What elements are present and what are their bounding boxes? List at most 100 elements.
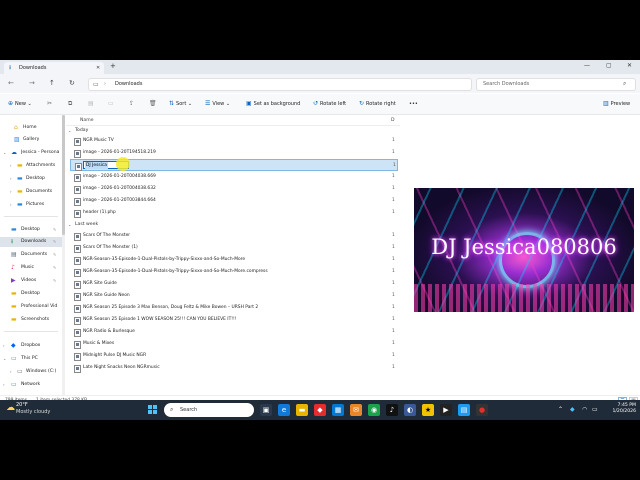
app-orange-icon[interactable]: ✉ <box>350 404 362 416</box>
list-item[interactable]: Scars Of The Monster (1) 1 <box>70 242 398 254</box>
chevron-down-icon[interactable]: ⌄ <box>3 149 6 157</box>
refresh-icon[interactable]: ↻ <box>69 79 75 87</box>
view-button[interactable]: ☰ View ⌄ <box>205 100 230 108</box>
sidebar-item-dropbox[interactable]: › ◆ Dropbox <box>0 341 62 351</box>
rename-icon[interactable]: ▭ <box>108 100 114 108</box>
list-item-selected[interactable]: DJ Jessica 1 <box>70 157 398 171</box>
minimize-button[interactable]: — <box>584 62 590 70</box>
tiktok-icon[interactable]: ♪ <box>386 404 398 416</box>
column-date[interactable]: D <box>391 117 395 124</box>
chevron-right-icon[interactable]: › <box>10 368 12 376</box>
search-input[interactable]: Search Downloads <box>483 81 529 88</box>
edge-icon[interactable]: e <box>278 404 290 416</box>
sidebar-item-onedrive[interactable]: ⌄ ☁ Jessica - Persona <box>0 148 62 158</box>
set-background-button[interactable]: ▣ Set as background <box>246 100 300 108</box>
wifi-icon[interactable]: ◠ <box>582 405 587 415</box>
sidebar-item-music[interactable]: ♪ Music ✎ <box>0 263 62 273</box>
back-arrow-icon[interactable]: ← <box>8 79 14 87</box>
sidebar-item-pictures[interactable]: › ▬ Pictures <box>0 200 62 210</box>
sidebar-item-windows-c[interactable]: › ▭ Windows (C:) <box>0 367 62 377</box>
chevron-right-icon[interactable]: › <box>3 342 5 350</box>
tab-downloads[interactable]: ⭳ Downloads ✕ <box>4 62 104 74</box>
battery-icon[interactable]: ▭ <box>592 405 598 415</box>
app-red-icon[interactable]: ◆ <box>314 404 326 416</box>
search-box[interactable]: Search Downloads ⌕ <box>476 78 636 91</box>
sidebar-item-documents[interactable]: › ▬ Documents <box>0 187 62 197</box>
group-today[interactable]: ⌄ Today <box>68 126 388 135</box>
chevron-right-icon[interactable]: › <box>10 188 12 196</box>
chevron-right-icon[interactable]: › <box>10 201 12 209</box>
record-icon[interactable]: ● <box>476 404 488 416</box>
taskbar-search[interactable]: ⌕ Search <box>164 403 254 417</box>
task-view-icon[interactable]: ▣ <box>260 404 272 416</box>
file-explorer-icon[interactable]: ▬ <box>296 404 308 416</box>
chevron-down-icon[interactable]: ⌄ <box>68 221 71 228</box>
sidebar-item-desktop-folder[interactable]: ▬ Desktop <box>0 289 62 299</box>
sidebar-item-gallery[interactable]: ▨ Gallery <box>0 135 62 145</box>
sidebar-item-attachments[interactable]: › ▬ Attachments <box>0 161 62 171</box>
list-item[interactable]: NGR Site Guide 1 <box>70 278 398 290</box>
app-lightblue-icon[interactable]: ▤ <box>458 404 470 416</box>
list-item[interactable]: NGR Radio & Burlesque 1 <box>70 326 398 338</box>
list-item[interactable]: Late Night Snacks Neon NGRmusic 1 <box>70 362 398 374</box>
sidebar-item-videos[interactable]: ▶ Videos ✎ <box>0 276 62 286</box>
preview-button[interactable]: ▥ Preview <box>603 100 630 108</box>
sidebar-item-network[interactable]: › ▭ Network <box>0 380 62 390</box>
up-arrow-icon[interactable]: ↑ <box>49 79 55 87</box>
app-blue-icon[interactable]: ◐ <box>404 404 416 416</box>
share-icon[interactable]: ⇪ <box>129 100 134 108</box>
list-item[interactable]: Midnight Pulse DJ Music NGR 1 <box>70 350 398 362</box>
chrome-icon[interactable]: ◉ <box>368 404 380 416</box>
list-item[interactable]: NGR-Season-35-Episode-1-Dual-Pistols-by-… <box>70 266 398 278</box>
chevron-up-icon[interactable]: ⌃ <box>558 405 563 415</box>
rotate-right-button[interactable]: ↻ Rotate right <box>359 100 396 108</box>
breadcrumb-downloads[interactable]: Downloads <box>115 81 142 88</box>
column-name[interactable]: Name <box>80 117 94 124</box>
rotate-left-button[interactable]: ↺ Rotate left <box>313 100 346 108</box>
close-button[interactable]: ✕ <box>627 62 632 70</box>
copy-icon[interactable]: ⧉ <box>68 100 72 108</box>
cut-icon[interactable]: ✂ <box>47 100 52 108</box>
list-item[interactable]: NGR Site Guide Neon 1 <box>70 290 398 302</box>
sidebar-item-desktop[interactable]: › ▬ Desktop <box>0 174 62 184</box>
new-tab-button[interactable]: + <box>110 63 116 70</box>
paste-icon[interactable]: ▤ <box>88 100 94 108</box>
more-options-button[interactable]: ••• <box>409 100 418 108</box>
sidebar-scrollbar[interactable] <box>62 115 65 395</box>
sidebar-item-desktop-pinned[interactable]: ▬ Desktop ✎ <box>0 225 62 235</box>
app-dark-icon[interactable]: ▶ <box>440 404 452 416</box>
sidebar-item-this-pc[interactable]: ⌄ ▭ This PC <box>0 354 62 364</box>
chevron-right-icon[interactable]: › <box>10 162 12 170</box>
chevron-right-icon[interactable]: › <box>10 175 12 183</box>
sidebar-item-screenshots[interactable]: ▬ Screenshots <box>0 315 62 325</box>
maximize-button[interactable]: ▢ <box>606 62 612 70</box>
list-item[interactable]: NGR-Season-35-Episode-1-Dual-Pistols-by-… <box>70 254 398 266</box>
list-item[interactable]: NGR Music TV 1 <box>70 135 398 147</box>
rename-input-text[interactable]: DJ Jessica <box>85 162 108 169</box>
sidebar-item-documents-pinned[interactable]: ▤ Documents ✎ <box>0 250 62 260</box>
new-button[interactable]: ⊕ New ⌄ <box>8 100 32 108</box>
delete-icon[interactable]: 🗑 <box>149 100 157 108</box>
list-item[interactable]: header (1).php 1 <box>70 207 398 219</box>
scrollbar-thumb[interactable] <box>62 115 65 235</box>
clock[interactable]: 7:45 PM 1/20/2026 <box>604 403 636 415</box>
app-yellow-icon[interactable]: ★ <box>422 404 434 416</box>
list-item[interactable]: image - 2026-01-20T004038.669 1 <box>70 171 398 183</box>
chevron-down-icon[interactable]: ⌄ <box>68 127 71 134</box>
store-icon[interactable]: ▦ <box>332 404 344 416</box>
address-bar[interactable]: ▭ › Downloads <box>88 78 472 91</box>
sidebar-item-home[interactable]: ⌂ Home <box>0 123 62 133</box>
start-button[interactable] <box>148 405 158 415</box>
forward-arrow-icon[interactable]: → <box>29 79 35 87</box>
sort-button[interactable]: ⇅ Sort ⌄ <box>169 100 192 108</box>
list-item[interactable]: image - 2026-01-20T003844.664 1 <box>70 195 398 207</box>
sidebar-item-professional-vid[interactable]: ▬ Professional Vid <box>0 302 62 312</box>
list-item[interactable]: NGR Season 25 Episode 3 Max Benson, Doug… <box>70 302 398 314</box>
sidebar-item-downloads[interactable]: ⭳ Downloads ✎ <box>0 237 62 247</box>
list-item[interactable]: Scars Of The Monster 1 <box>70 230 398 242</box>
list-item[interactable]: image - 2026-01-20T004038.632 1 <box>70 183 398 195</box>
list-item[interactable]: NGR Season 25 Episode 1 WOW SEASON 25!!!… <box>70 314 398 326</box>
dropbox-tray-icon[interactable]: ◆ <box>570 405 575 415</box>
list-item[interactable]: Music & Mixes 1 <box>70 338 398 350</box>
chevron-right-icon[interactable]: › <box>3 381 5 389</box>
